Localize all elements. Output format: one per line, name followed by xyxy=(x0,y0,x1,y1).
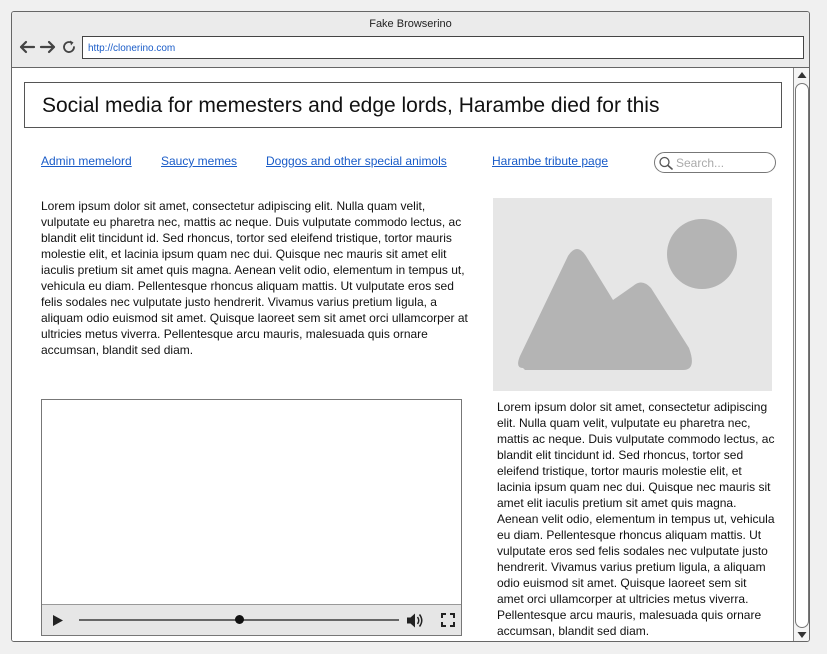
reload-icon[interactable] xyxy=(60,38,78,56)
back-arrow-icon[interactable] xyxy=(18,38,36,56)
video-player[interactable] xyxy=(41,399,462,636)
window-title: Fake Browserino xyxy=(369,18,452,30)
video-progress-handle[interactable] xyxy=(234,615,244,624)
scrollbar-thumb[interactable] xyxy=(795,83,809,628)
nav-link-saucy-memes[interactable]: Saucy memes xyxy=(161,154,237,168)
side-paragraph: Lorem ipsum dolor sit amet, consectetur … xyxy=(497,400,775,638)
browser-titlebar: Fake Browserino http://clonerino.com xyxy=(12,12,809,68)
fullscreen-icon[interactable] xyxy=(441,613,455,627)
search-box[interactable] xyxy=(654,152,776,173)
play-icon[interactable] xyxy=(52,614,64,627)
page-viewport: Social media for memesters and edge lord… xyxy=(12,68,792,641)
volume-icon[interactable] xyxy=(406,612,424,629)
forward-arrow-icon[interactable] xyxy=(39,38,57,56)
image-placeholder-icon xyxy=(493,198,772,391)
address-bar[interactable]: http://clonerino.com xyxy=(82,36,804,59)
browser-window: Fake Browserino http://clonerino.com Soc… xyxy=(11,11,810,642)
video-controls xyxy=(42,604,461,635)
nav-link-doggos[interactable]: Doggos and other special animols xyxy=(266,154,447,168)
page-title: Social media for memesters and edge lord… xyxy=(42,94,660,117)
search-input[interactable] xyxy=(676,155,771,171)
nav-link-harambe-tribute[interactable]: Harambe tribute page xyxy=(492,154,608,168)
site-header: Social media for memesters and edge lord… xyxy=(24,82,782,128)
intro-paragraph: Lorem ipsum dolor sit amet, consectetur … xyxy=(41,199,468,357)
nav-link-admin-memelord[interactable]: Admin memelord xyxy=(41,154,132,168)
scroll-up-icon[interactable] xyxy=(794,68,809,82)
scroll-down-icon[interactable] xyxy=(794,628,809,641)
vertical-scrollbar[interactable] xyxy=(793,68,809,641)
search-icon xyxy=(658,156,674,170)
